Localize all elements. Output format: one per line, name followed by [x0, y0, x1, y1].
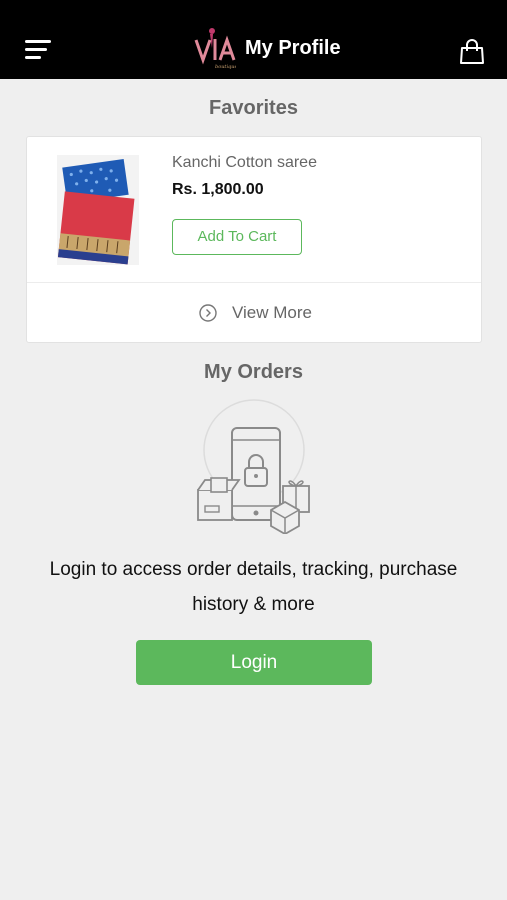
shopping-bag-icon[interactable]: [459, 39, 485, 65]
page-title: My Profile: [245, 37, 341, 59]
locked-phone-packages-icon: [197, 399, 310, 534]
login-message: Login to access order details, tracking,…: [49, 559, 458, 615]
my-orders-title: My Orders: [204, 361, 303, 383]
product-image[interactable]: [57, 155, 139, 265]
chevron-circle-right-icon: [199, 304, 217, 322]
hamburger-menu-icon[interactable]: [25, 40, 53, 62]
product-name[interactable]: Kanchi Cotton saree: [172, 154, 317, 172]
add-to-cart-button[interactable]: Add To Cart: [172, 219, 302, 255]
favorites-title: Favorites: [209, 97, 298, 119]
favorite-product-card: Kanchi Cotton saree Rs. 1,800.00 Add To …: [26, 136, 482, 343]
login-button[interactable]: Login: [136, 640, 372, 685]
app-header: boutique My Profile: [0, 0, 507, 79]
view-more-button[interactable]: View More: [27, 283, 481, 343]
view-more-label: View More: [232, 303, 312, 322]
svg-text:boutique: boutique: [215, 64, 236, 70]
vila-boutique-logo[interactable]: boutique: [194, 26, 236, 70]
product-price: Rs. 1,800.00: [172, 181, 264, 198]
